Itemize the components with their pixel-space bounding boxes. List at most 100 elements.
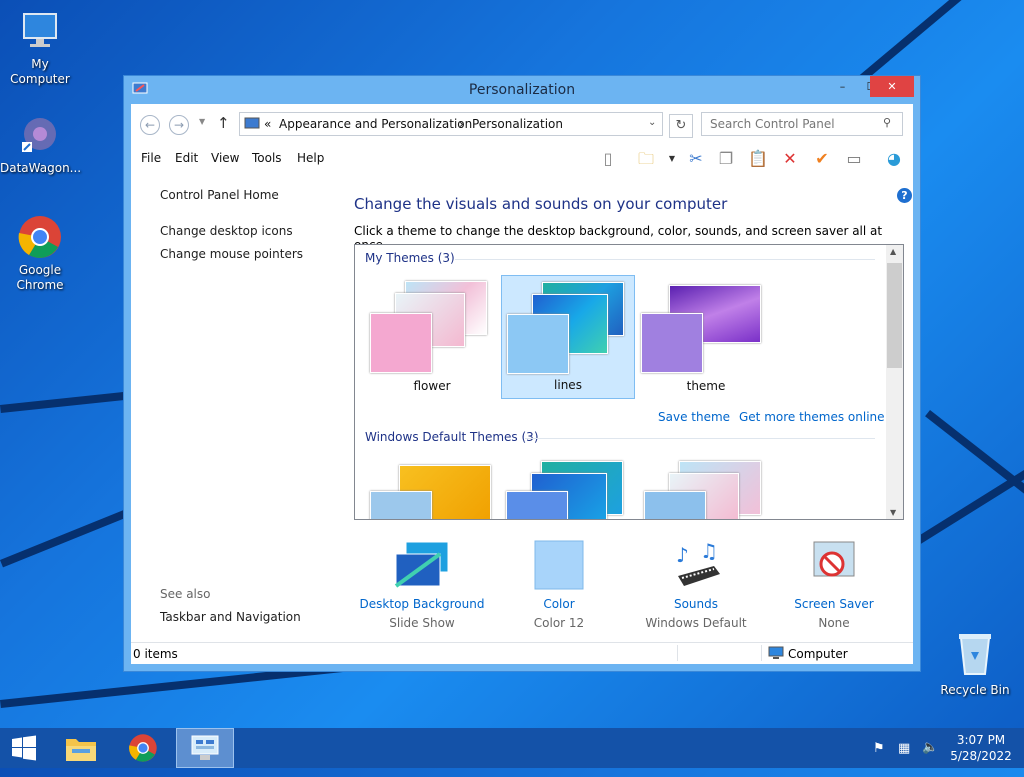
screen-saver-value: None — [818, 616, 850, 630]
refresh-button[interactable]: ↻ — [669, 114, 693, 138]
theme-tile-lines[interactable]: lines — [501, 275, 635, 399]
see-also-label: See also — [160, 587, 211, 601]
color-label[interactable]: Color — [494, 597, 624, 611]
desktop-icon-my-computer[interactable]: My Computer — [0, 8, 80, 87]
control-panel-icon — [191, 735, 219, 760]
checkmark-icon[interactable]: ✔ — [811, 149, 833, 169]
desktop-icon-chrome[interactable]: Google Chrome — [0, 214, 80, 293]
page-heading: Change the visuals and sounds on your co… — [354, 195, 728, 213]
menu-view[interactable]: View — [211, 151, 239, 165]
navigation-bar: ← → ▼ ↑ « Appearance and Personalization… — [131, 104, 913, 144]
desktop-background-icon — [394, 541, 449, 588]
color-item[interactable]: Color Color 12 — [494, 540, 624, 630]
minimize-button[interactable]: – — [828, 76, 857, 97]
folder-options-icon[interactable]: 🗀 — [635, 149, 657, 169]
status-location: Computer — [788, 647, 848, 661]
desktop-icon-recycle-bin[interactable]: Recycle Bin — [935, 628, 1015, 698]
group-divider — [525, 438, 875, 439]
back-button[interactable]: ← — [140, 115, 160, 135]
menu-help[interactable]: Help — [297, 151, 324, 165]
clock-time: 3:07 PM — [956, 733, 1006, 747]
theme-tile-flower[interactable]: flower — [365, 275, 499, 399]
search-icon: ⚲ — [883, 116, 892, 129]
paste-icon[interactable]: 📋 — [747, 149, 769, 169]
recycle-bin-icon — [959, 634, 991, 675]
color-swatch-icon — [534, 540, 584, 590]
my-themes-label: My Themes (3) — [365, 251, 455, 265]
close-button[interactable]: ✕ — [870, 76, 914, 97]
computer-icon — [768, 646, 784, 659]
themes-scrollbar[interactable]: ▲ ▼ — [886, 245, 903, 519]
svg-text:♫: ♫ — [700, 540, 718, 563]
search-input[interactable]: Search Control Panel — [701, 112, 903, 136]
address-dropdown-icon[interactable]: ⌄ — [648, 117, 656, 128]
desktop-icon-label: My Computer — [10, 57, 70, 86]
window-client: ← → ▼ ↑ « Appearance and Personalization… — [131, 104, 913, 664]
menu-edit[interactable]: Edit — [175, 151, 198, 165]
status-items: 0 items — [133, 647, 178, 661]
title-bar[interactable]: Personalization – ☐ ✕ — [124, 76, 920, 104]
sounds-value: Windows Default — [645, 616, 747, 630]
screen-saver-label[interactable]: Screen Saver — [769, 597, 899, 611]
get-more-themes-link[interactable]: Get more themes online — [739, 410, 885, 424]
breadcrumb-prefix[interactable]: « — [264, 117, 271, 131]
menu-tools[interactable]: Tools — [252, 151, 282, 165]
svg-text:♪: ♪ — [676, 543, 689, 567]
nav-change-desktop-icons[interactable]: Change desktop icons — [160, 224, 293, 238]
taskbar-file-explorer[interactable] — [52, 728, 110, 768]
up-button[interactable]: ↑ — [217, 114, 230, 132]
layout-pane-icon[interactable]: ▯ — [597, 149, 619, 169]
recent-dropdown-icon[interactable]: ▼ — [199, 117, 205, 126]
save-theme-link[interactable]: Save theme — [658, 410, 730, 424]
tray-volume-muted-icon[interactable]: 🔈 — [922, 740, 938, 755]
cut-icon[interactable]: ✂ — [685, 149, 707, 169]
shell-icon[interactable]: ◕ — [883, 149, 905, 169]
desktop-background-item[interactable]: Desktop Background Slide Show — [357, 540, 487, 630]
sounds-label[interactable]: Sounds — [631, 597, 761, 611]
desktop-background-label[interactable]: Desktop Background — [357, 597, 487, 611]
tray-flag-icon[interactable]: ⚑ — [873, 741, 885, 756]
desktop-background-value: Slide Show — [389, 616, 455, 630]
windows-logo-icon — [12, 735, 36, 761]
dropdown-icon[interactable]: ▼ — [661, 149, 683, 169]
desktop-icon-datawagon[interactable]: DataWagon... — [0, 112, 81, 176]
chrome-icon — [129, 734, 157, 762]
nav-control-panel-home[interactable]: Control Panel Home — [160, 188, 279, 202]
default-theme-tile[interactable] — [639, 455, 773, 519]
delete-icon[interactable]: ✕ — [779, 149, 801, 169]
screen-saver-item[interactable]: Screen Saver None — [769, 540, 899, 630]
copy-icon[interactable]: ❐ — [715, 149, 737, 169]
properties-icon[interactable]: ▭ — [843, 149, 865, 169]
taskbar: ⚑ ▦ 🔈 3:07 PM 5/28/2022 — [0, 728, 1024, 768]
nav-change-mouse-pointers[interactable]: Change mouse pointers — [160, 247, 303, 261]
control-panel-icon — [244, 117, 260, 129]
default-theme-tile[interactable] — [365, 455, 499, 519]
clock[interactable]: 3:07 PM 5/28/2022 — [948, 732, 1014, 764]
status-divider — [761, 645, 762, 661]
taskbar-chrome[interactable] — [114, 728, 172, 768]
scroll-down-icon[interactable]: ▼ — [890, 508, 896, 517]
start-button[interactable] — [0, 728, 48, 768]
scroll-up-icon[interactable]: ▲ — [890, 247, 896, 256]
default-theme-tile[interactable] — [501, 455, 635, 519]
screen-saver-icon — [813, 541, 855, 577]
computer-icon — [23, 13, 57, 47]
tray-network-icon[interactable]: ▦ — [898, 741, 910, 756]
scrollbar-thumb[interactable] — [887, 263, 902, 368]
theme-tile-theme[interactable]: theme — [639, 275, 773, 399]
breadcrumb-separator[interactable]: › — [459, 117, 464, 131]
nav-taskbar-and-navigation[interactable]: Taskbar and Navigation — [160, 610, 301, 624]
menu-file[interactable]: File — [141, 151, 161, 165]
address-bar[interactable]: « Appearance and Personalization › Perso… — [239, 112, 663, 136]
theme-color-swatch — [507, 314, 569, 374]
breadcrumb-personalization[interactable]: Personalization — [472, 117, 563, 131]
forward-button[interactable]: → — [169, 115, 189, 135]
sounds-item[interactable]: ♪ ♫ Sounds Windows Default — [631, 539, 761, 630]
help-icon[interactable]: ? — [897, 188, 912, 203]
sounds-icon: ♪ ♫ — [676, 539, 720, 586]
theme-color-swatch — [644, 491, 706, 519]
breadcrumb-appearance[interactable]: Appearance and Personalization — [279, 117, 472, 131]
taskbar-control-panel[interactable] — [176, 728, 234, 768]
theme-name: lines — [554, 378, 582, 392]
datawagon-icon — [22, 118, 56, 152]
